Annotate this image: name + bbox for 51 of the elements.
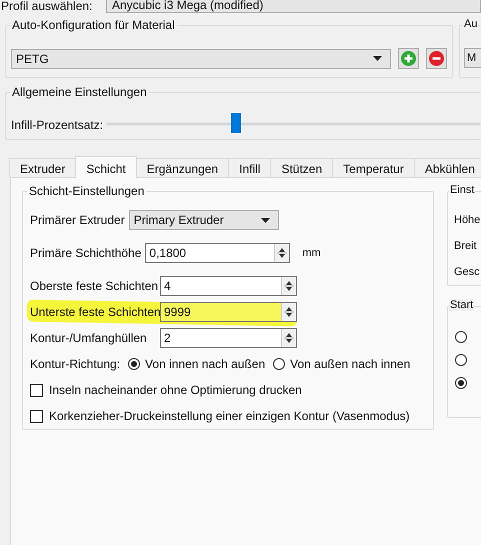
radio-button[interactable] <box>273 358 286 370</box>
group-title: Auto-Konfiguration für Material <box>10 18 177 32</box>
tab[interactable]: Extruder <box>9 158 76 177</box>
remove-button[interactable] <box>426 48 447 69</box>
tab[interactable]: Schicht <box>75 156 137 178</box>
number-field[interactable]: 9999 <box>160 302 297 322</box>
tab[interactable]: Ergänzungen <box>136 158 230 177</box>
group-title: Au <box>463 18 478 30</box>
field-label: Höhe <box>454 214 480 226</box>
group-title: Schicht-Einstellungen <box>27 184 146 198</box>
number-field[interactable]: 2 <box>160 328 297 348</box>
field-label: Primärer Extruder <box>30 213 125 227</box>
group-title: Einst <box>449 184 476 196</box>
unit-label: mm <box>302 247 321 259</box>
group-title: Allgemeine Einstellungen <box>10 85 149 99</box>
spin-arrows-icon[interactable] <box>274 244 290 262</box>
spin-arrows-icon[interactable] <box>281 329 296 347</box>
radio-button[interactable] <box>128 358 140 370</box>
dropdown[interactable]: M <box>464 48 481 68</box>
field-label: Gesc <box>454 266 480 278</box>
option-label: Von innen nach außen <box>145 357 266 371</box>
caret-icon <box>260 218 270 222</box>
minus-icon <box>429 51 444 66</box>
field-label: Oberste feste Schichten <box>30 279 156 293</box>
radio-button[interactable] <box>455 377 467 389</box>
material-dropdown[interactable]: PETG <box>11 48 391 68</box>
checkbox[interactable] <box>30 410 43 422</box>
field-label: Breit <box>454 240 477 252</box>
extruder-dropdown[interactable]: Primary Extruder <box>128 210 279 230</box>
number-field[interactable]: 4 <box>160 276 297 296</box>
add-button[interactable] <box>398 48 419 69</box>
number-field[interactable]: 0,1800 <box>145 243 290 263</box>
radio-button[interactable] <box>455 354 467 366</box>
radio-button[interactable] <box>455 331 467 343</box>
field-label: Kontur-Richtung: <box>30 357 120 371</box>
tab[interactable]: Temperatur <box>332 158 415 177</box>
spin-arrows-icon[interactable] <box>281 303 296 321</box>
field-label: Primäre Schichthöhe <box>30 246 142 260</box>
spin-arrows-icon[interactable] <box>281 277 296 295</box>
slider-thumb[interactable] <box>230 113 240 133</box>
profile-field[interactable]: Anycubic i3 Mega (modified) <box>106 0 481 13</box>
checkbox-label: Korkenzieher-Druckeinstellung einer einzigen Kontur (Vasenmodus) <box>49 409 410 423</box>
field-label: Kontur-/Umfanghüllen <box>30 331 148 345</box>
caret-icon <box>373 56 382 61</box>
plus-icon <box>401 51 416 66</box>
option-label: Von außen nach innen <box>290 357 410 371</box>
group-title: Start <box>449 299 474 311</box>
checkbox-label: Inseln nacheinander ohne Optimierung drucken <box>49 383 302 397</box>
slider-label: Infill-Prozentsatz: <box>11 118 104 132</box>
profile-label: Profil auswählen: <box>0 0 94 12</box>
checkbox[interactable] <box>30 384 43 396</box>
